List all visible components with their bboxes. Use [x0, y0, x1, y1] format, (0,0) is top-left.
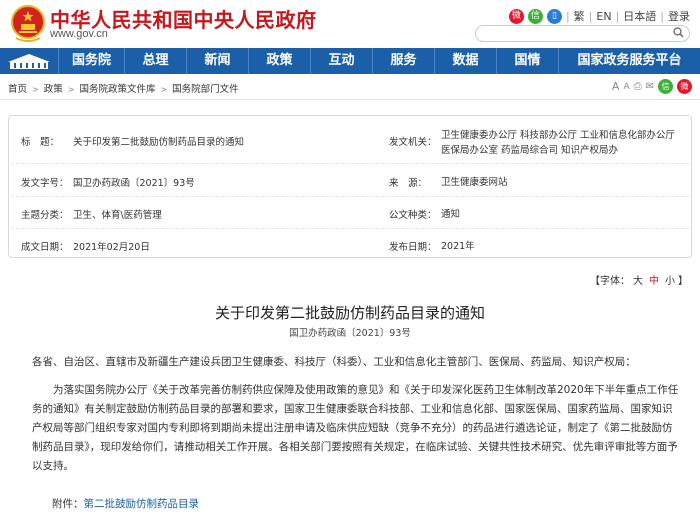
doc-no-value: 国卫办药政函〔2021〕93号: [73, 178, 195, 189]
divider: [11, 228, 689, 229]
breadcrumb: 首页 > 政策 > 国务院政策文件库 > 国务院部门文件: [8, 81, 239, 95]
nav-item-state-council[interactable]: 国务院: [58, 48, 124, 74]
mobile-icon[interactable]: ▯: [546, 8, 562, 24]
main-nav: 国务院 总理 新闻 政策 互动 服务 数据 国情 国家政务服务平台: [0, 48, 700, 74]
font-a-icon[interactable]: A: [612, 80, 620, 93]
site-header: 中华人民共和国中央人民政府 www.gov.cn 微 信 ▯ | 繁 | EN …: [0, 0, 700, 48]
japanese-link[interactable]: 日本語: [623, 8, 656, 24]
english-link[interactable]: EN: [596, 10, 611, 23]
breadcrumb-department-docs[interactable]: 国务院部门文件: [172, 84, 239, 95]
nav-item-service-platform[interactable]: 国家政务服务平台: [558, 48, 700, 74]
weibo-share-icon[interactable]: 微: [677, 79, 692, 94]
divider: |: [565, 9, 570, 23]
article-body: 为落实国务院办公厅《关于改革完善仿制药供应保障及使用政策的意见》和《关于印发深化…: [32, 384, 679, 472]
written-date-value: 2021年02月20日: [73, 242, 150, 253]
doc-no-label: 发文字号：: [21, 178, 69, 189]
font-size-small[interactable]: 小: [665, 276, 675, 287]
category-value: 卫生、体育\医药管理: [73, 210, 162, 221]
divider: [11, 163, 689, 164]
login-link[interactable]: 登录: [668, 8, 690, 24]
nav-item-premier[interactable]: 总理: [124, 48, 186, 74]
font-size-label: 【字体：: [590, 276, 630, 287]
attachment: 附件：第二批鼓励仿制药品目录: [52, 496, 199, 511]
font-size-large[interactable]: 大: [633, 276, 643, 287]
traditional-chinese-link[interactable]: 繁: [574, 8, 585, 24]
source-label: 来 源：: [389, 178, 428, 189]
title-value: 关于印发第二批鼓励仿制药品目录的通知: [73, 137, 245, 148]
share-bar: A A ⎙ ✉ 信 微: [612, 79, 692, 94]
article-salutation: 各省、自治区、直辖市及新疆生产建设兵团卫生健康委、科技厅（科委）、工业和信息化主…: [32, 356, 636, 368]
issuer-value: 卫生健康委办公厅 科技部办公厅 工业和信息化部办公厅 医保局办公室 药监局综合司…: [441, 130, 676, 156]
print-icon[interactable]: ⎙: [634, 81, 642, 92]
attachment-label: 附件：: [52, 498, 84, 510]
wechat-icon[interactable]: 信: [527, 8, 543, 24]
font-a-small-icon[interactable]: A: [623, 82, 629, 92]
nav-item-data[interactable]: 数据: [434, 48, 496, 74]
issuer-label: 发文机关：: [389, 137, 437, 148]
font-size-medium[interactable]: 中: [649, 276, 659, 287]
font-size-selector: 【字体：大中小】: [590, 272, 688, 287]
chevron-right-icon: >: [32, 85, 39, 94]
breadcrumb-policy-library[interactable]: 国务院政策文件库: [79, 84, 155, 95]
divider: [11, 196, 689, 197]
wechat-share-icon[interactable]: 信: [658, 79, 673, 94]
genre-label: 公文种类：: [389, 210, 437, 221]
genre-value: 通知: [441, 209, 461, 220]
site-domain: www.gov.cn: [50, 28, 108, 40]
search-input[interactable]: [475, 25, 690, 42]
attachment-link[interactable]: 第二批鼓励仿制药品目录: [84, 498, 200, 510]
breadcrumb-policy[interactable]: 政策: [44, 84, 63, 95]
breadcrumb-home[interactable]: 首页: [8, 84, 27, 95]
source-value: 卫生健康委网站: [441, 177, 508, 188]
breadcrumb-bar: 首页 > 政策 > 国务院政策文件库 > 国务院部门文件 A A ⎙ ✉ 信 微: [0, 74, 700, 100]
nav-item-policy[interactable]: 政策: [248, 48, 310, 74]
chevron-right-icon: >: [160, 85, 168, 94]
divider: |: [588, 9, 593, 23]
divider: |: [615, 9, 620, 23]
category-label: 主题分类：: [21, 210, 69, 221]
written-date-label: 成文日期：: [21, 242, 69, 253]
chevron-right-icon: >: [67, 85, 75, 94]
nav-item-news[interactable]: 新闻: [186, 48, 248, 74]
nav-item-interaction[interactable]: 互动: [310, 48, 372, 74]
top-links: 微 信 ▯ | 繁 | EN | 日本語 | 登录: [508, 8, 690, 24]
article-doc-number: 国卫办药政函〔2021〕93号: [289, 328, 411, 339]
divider: |: [660, 9, 664, 23]
nav-building-icon[interactable]: [0, 48, 58, 74]
nav-item-national-conditions[interactable]: 国情: [496, 48, 558, 74]
article-title: 关于印发第二批鼓励仿制药品目录的通知: [214, 304, 485, 322]
published-date-value: 2021年: [441, 241, 475, 252]
nav-item-services[interactable]: 服务: [372, 48, 434, 74]
title-label: 标 题：: [21, 137, 60, 148]
national-emblem-icon[interactable]: [10, 4, 46, 42]
search-icon[interactable]: [673, 27, 684, 41]
weibo-icon[interactable]: 微: [508, 8, 524, 24]
font-size-close: 】: [678, 276, 688, 287]
document-info-box: 标 题： 关于印发第二批鼓励仿制药品目录的通知 发文机关： 卫生健康委办公厅 科…: [8, 115, 692, 258]
mail-icon[interactable]: ✉: [646, 81, 654, 92]
published-date-label: 发布日期：: [389, 242, 437, 253]
